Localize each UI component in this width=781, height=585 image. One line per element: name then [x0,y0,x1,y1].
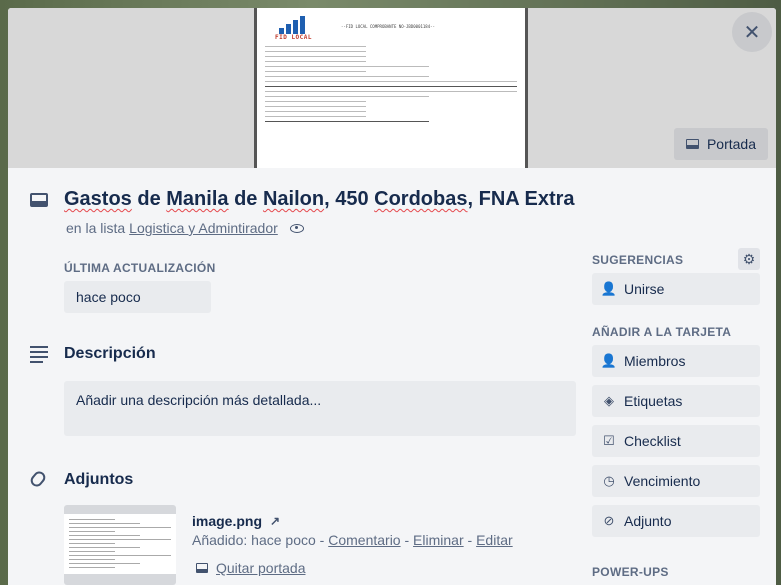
attachment-meta: Añadido: hace poco - Comentario - Elimin… [192,532,513,548]
close-button[interactable]: ✕ [732,12,772,52]
list-link[interactable]: Logistica y Admintirador [129,220,278,236]
paperclip-icon [28,469,48,489]
description-input[interactable]: Añadir una descripción más detallada... [64,381,576,436]
card-cover-icon [196,563,208,573]
attachment-comment-link[interactable]: Comentario [328,532,400,548]
cover-button[interactable]: Portada [673,128,768,160]
last-update-label: ÚLTIMA ACTUALIZACIÓN [64,261,216,275]
description-title: Descripción [64,345,156,362]
document-logo-text: FID LOCAL [275,34,313,41]
due-date-button-label: Vencimiento [624,473,701,489]
attachments-title: Adjuntos [64,471,134,488]
external-link-icon[interactable]: ↗ [270,514,280,528]
attachment-file-name[interactable]: image.png [192,513,262,529]
list-prefix: en la lista [66,220,126,236]
labels-button[interactable]: ◈ Etiquetas [592,385,760,417]
card-title[interactable]: Gastos de Manila de Nailon, 450 Cordobas… [64,188,575,211]
checklist-button[interactable]: ☑ Checklist [592,425,760,457]
attachment-button[interactable]: ⊘ Adjunto [592,505,760,537]
card-list-info: en la lista Logistica y Admintirador [66,220,304,236]
checklist-icon: ☑ [603,433,615,448]
labels-button-label: Etiquetas [624,393,683,409]
remove-cover-link[interactable]: Quitar portada [216,560,306,576]
powerups-label: POWER-UPS [592,565,669,579]
document-header: --FID LOCAL COMPROBANTE NO-JBD0001184-- [341,24,435,29]
card-detail-modal: FID LOCAL --FID LOCAL COMPROBANTE NO-JBD… [8,8,776,585]
join-button-label: Unirse [624,281,665,297]
attachment-thumbnail[interactable] [64,505,176,585]
close-icon: ✕ [743,21,761,44]
document-lines [265,46,517,126]
cover-button-label: Portada [706,136,756,152]
due-date-button[interactable]: ◷ Vencimiento [592,465,760,497]
suggestions-label: SUGERENCIAS [592,253,684,267]
members-button[interactable]: 👤 Miembros [592,345,760,377]
last-update-value: hace poco [64,281,211,313]
person-icon: 👤 [600,353,618,368]
card-title-row: Gastos de Manila de Nailon, 450 Cordobas… [30,188,575,211]
attachment-name-row: image.png ↗ [192,513,280,529]
card-icon [30,192,48,207]
paperclip-icon: ⊘ [603,513,615,528]
attachment-button-label: Adjunto [624,513,672,529]
tag-icon: ◈ [604,393,614,408]
description-icon [30,346,48,366]
person-icon: 👤 [600,281,618,296]
eye-icon[interactable] [289,223,304,233]
document-logo-icon [279,16,307,34]
checklist-button-label: Checklist [624,433,681,449]
attachment-edit-link[interactable]: Editar [476,532,513,548]
attachment-added-text: Añadido: hace poco [192,532,316,548]
attachment-delete-link[interactable]: Eliminar [413,532,464,548]
join-button[interactable]: 👤 Unirse [592,273,760,305]
card-cover-icon [685,139,699,149]
suggestions-settings-button[interactable]: ⚙ [738,248,760,270]
card-cover[interactable]: FID LOCAL --FID LOCAL COMPROBANTE NO-JBD… [8,8,776,168]
add-to-card-label: AÑADIR A LA TARJETA [592,325,732,339]
cover-document-image: FID LOCAL --FID LOCAL COMPROBANTE NO-JBD… [254,8,528,168]
clock-icon: ◷ [603,473,615,488]
gear-icon: ⚙ [742,250,756,267]
members-button-label: Miembros [624,353,686,369]
remove-cover-row: Quitar portada [196,560,306,576]
